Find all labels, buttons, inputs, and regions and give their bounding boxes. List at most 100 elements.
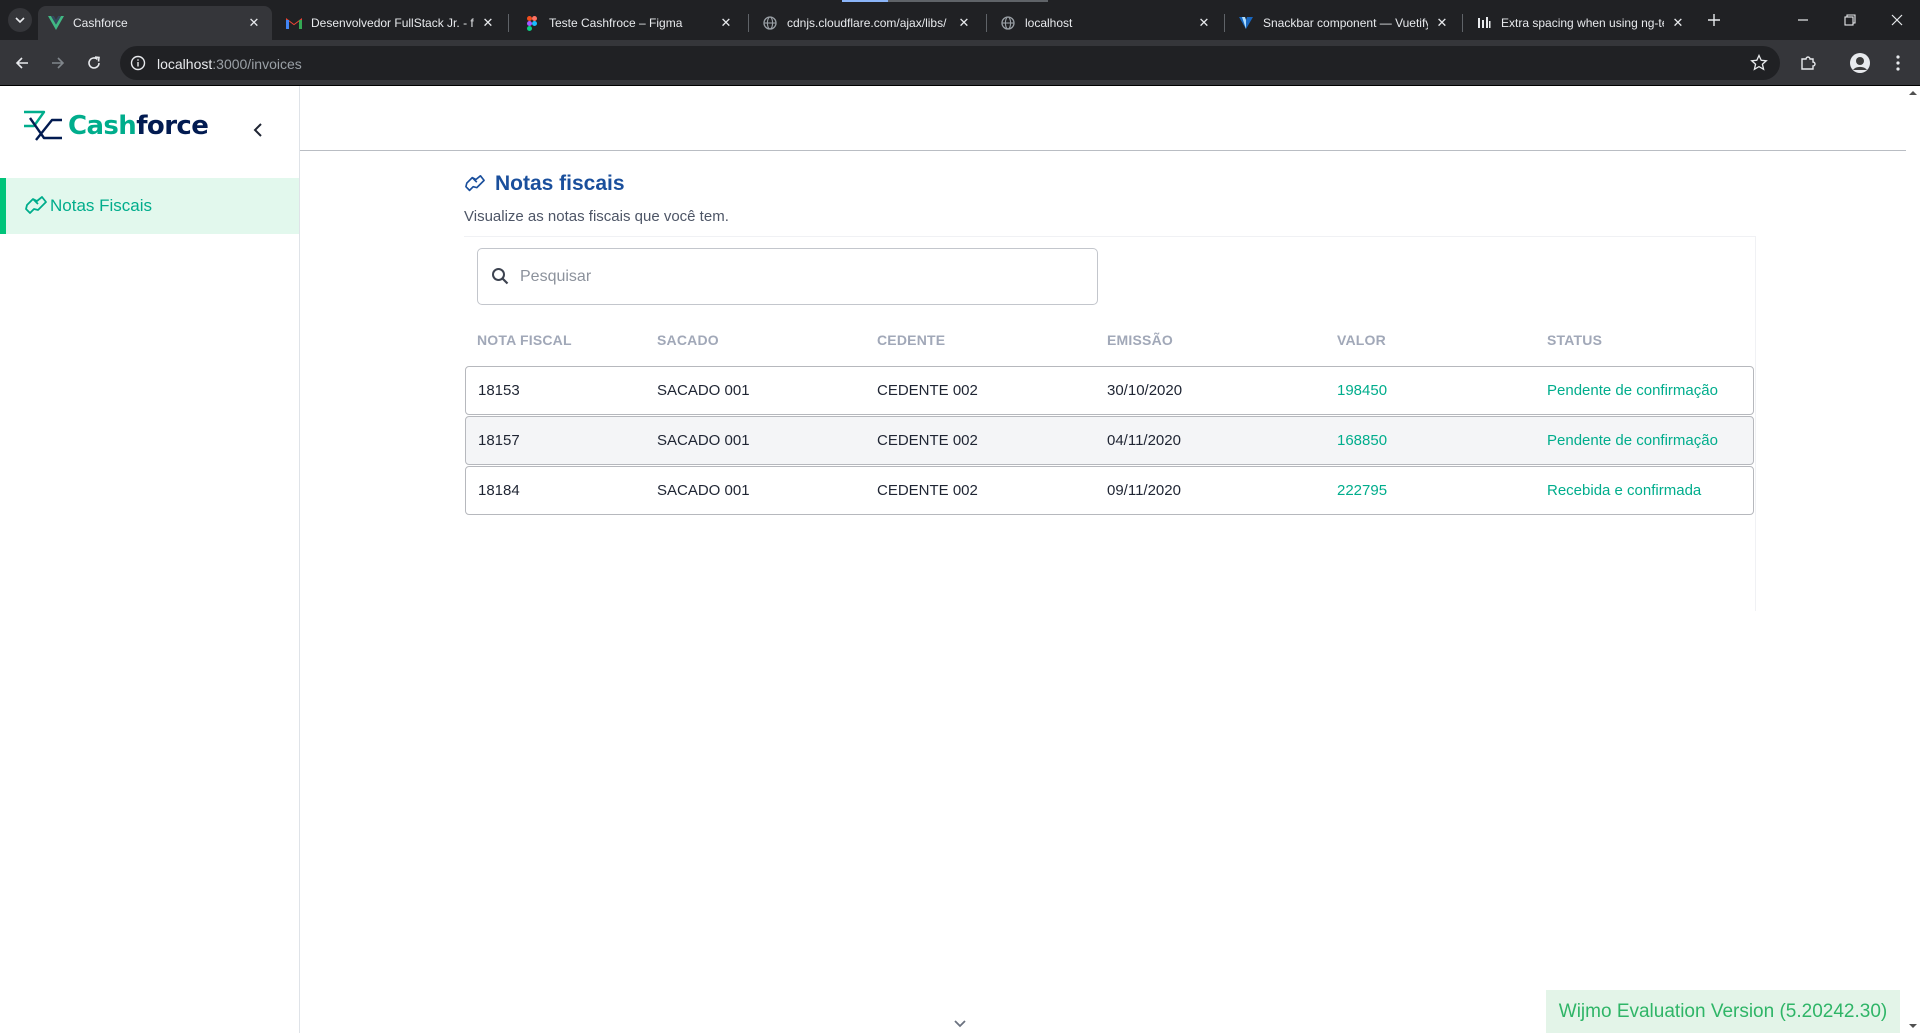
cell-sacado: SACADO 001 [657,432,750,449]
vue-icon [48,15,64,31]
search-input[interactable] [520,263,1080,291]
tab-separator [508,14,509,32]
cell-nota-fiscal: 18157 [478,432,520,449]
tab-gmail[interactable]: Desenvolvedor FullStack Jr. - fu ✕ [276,6,506,40]
cell-sacado: SACADO 001 [657,482,750,499]
restore-button[interactable] [1835,8,1865,32]
arrow-right-icon [52,57,65,69]
collapse-sidebar-button[interactable] [246,118,270,142]
profile-avatar[interactable] [1846,49,1874,77]
browser-menu-button[interactable] [1884,49,1912,77]
tab-loading-indicator [842,0,888,2]
page-header: Notas fiscais Visualize as notas fiscais… [464,172,729,225]
restore-icon [1844,14,1856,26]
tab-title: Extra spacing when using ng-te [1501,16,1664,30]
chevron-down-icon [954,1020,966,1028]
close-icon[interactable]: ✕ [246,15,262,31]
close-icon[interactable]: ✕ [480,15,496,31]
cell-nota-fiscal: 18184 [478,482,520,499]
column-header-emissao[interactable]: EMISSÃO [1107,332,1173,348]
cell-status: Pendente de confirmação [1547,432,1718,449]
globe-icon [762,15,778,31]
page-subtitle: Visualize as notas fiscais que você tem. [464,208,729,225]
reload-icon [88,56,100,69]
arrow-left-icon [15,57,28,69]
chevron-left-icon [253,123,262,137]
site-info-icon[interactable] [130,55,146,76]
back-button[interactable] [8,49,36,77]
url-host: localhost [157,56,213,72]
tab-title: localhost [1025,16,1073,30]
app-viewport: Cashforce Notas Fiscais Notas fiscais Vi… [0,86,1920,1033]
close-icon[interactable]: ✕ [1434,15,1450,31]
cashforce-logo[interactable]: Cashforce [22,108,209,144]
tab-separator [1462,14,1463,32]
sidebar-item-label: Notas Fiscais [50,196,153,215]
sidebar-item-notas-fiscais[interactable]: Notas Fiscais [0,178,299,234]
avatar-icon [1850,53,1870,73]
chevron-down-icon [15,17,25,24]
scroll-down-indicator[interactable] [948,1020,972,1033]
plus-icon [1708,14,1720,26]
figma-icon [524,15,540,31]
handshake-icon [465,175,485,192]
column-header-valor[interactable]: VALOR [1337,332,1386,348]
gmail-icon [286,15,302,31]
table-row[interactable]: 18184 SACADO 001 CEDENTE 002 09/11/2020 … [465,466,1754,515]
tab-separator [748,14,749,32]
table-row[interactable]: 18153 SACADO 001 CEDENTE 002 30/10/2020 … [465,366,1754,415]
page-title-row: Notas fiscais [464,172,729,196]
close-window-button[interactable] [1882,8,1912,32]
tab-figma[interactable]: Teste Cashfroce – Figma ✕ [514,6,744,40]
table-header: NOTA FISCAL SACADO CEDENTE EMISSÃO VALOR… [464,326,1754,356]
cell-emissao: 04/11/2020 [1107,432,1181,449]
column-header-status[interactable]: STATUS [1547,332,1602,348]
scroll-up-arrow-icon[interactable] [1906,88,1920,98]
sidebar: Cashforce Notas Fiscais [0,86,300,1033]
cell-nota-fiscal: 18153 [478,382,520,399]
cell-emissao: 09/11/2020 [1107,482,1181,499]
tab-cdnjs[interactable]: cdnjs.cloudflare.com/ajax/libs/ ✕ [752,6,982,40]
extensions-button[interactable] [1794,49,1822,77]
cell-valor: 222795 [1337,482,1388,499]
scroll-down-arrow-icon[interactable] [1906,1021,1920,1031]
github-icon [1476,15,1492,31]
search-icon [492,268,509,285]
column-header-nota-fiscal[interactable]: NOTA FISCAL [477,332,572,348]
tab-cashforce[interactable]: Cashforce ✕ [38,6,272,40]
tab-title: Cashforce [73,16,128,30]
close-icon[interactable]: ✕ [1670,15,1686,31]
tab-title: Teste Cashfroce – Figma [549,16,683,30]
search-box [477,248,1098,305]
url-text: localhost:3000/invoices [157,56,302,72]
vuetify-icon [1238,15,1254,31]
tab-separator [986,14,987,32]
tab-localhost[interactable]: localhost ✕ [990,6,1222,40]
column-header-sacado[interactable]: SACADO [657,332,719,348]
tab-loading-track [888,0,1048,2]
tab-title: Snackbar component — Vuetify [1263,16,1428,30]
close-icon[interactable]: ✕ [1196,15,1212,31]
close-icon[interactable]: ✕ [956,15,972,31]
bookmark-star-icon[interactable] [1750,53,1768,77]
tab-search-button[interactable] [8,8,32,32]
forward-button[interactable] [44,49,72,77]
tab-github[interactable]: Extra spacing when using ng-te ✕ [1466,6,1696,40]
tab-vuetify[interactable]: Snackbar component — Vuetify ✕ [1228,6,1460,40]
logo-part-2: force [136,111,209,141]
page-scrollbar[interactable] [1906,86,1920,1033]
cell-valor: 198450 [1337,382,1388,399]
logo-wordmark: Cashforce [68,111,209,141]
table-row[interactable]: 18157 SACADO 001 CEDENTE 002 04/11/2020 … [465,416,1754,465]
more-vert-icon [1896,55,1900,71]
wijmo-evaluation-banner[interactable]: Wijmo Evaluation Version (5.20242.30) [1546,990,1900,1033]
close-icon[interactable]: ✕ [718,15,734,31]
tab-title: cdnjs.cloudflare.com/ajax/libs/ [787,16,947,30]
address-bar[interactable]: localhost:3000/invoices [120,46,1780,80]
minimize-button[interactable] [1788,8,1818,32]
globe-icon [1000,15,1016,31]
new-tab-button[interactable] [1699,8,1729,32]
minimize-icon [1798,19,1808,21]
column-header-cedente[interactable]: CEDENTE [877,332,945,348]
reload-button[interactable] [80,49,108,77]
